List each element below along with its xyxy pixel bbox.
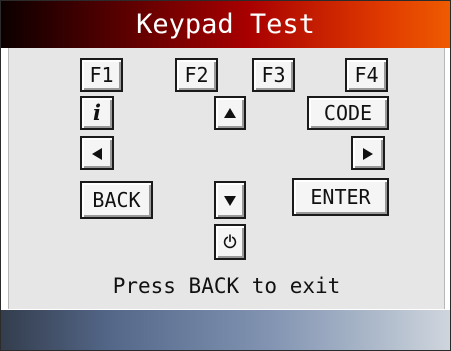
right-arrow-icon	[363, 148, 373, 160]
up-arrow-icon	[224, 108, 236, 118]
title-bar: Keypad Test	[1, 1, 450, 48]
f2-key[interactable]: F2	[175, 58, 218, 92]
code-key[interactable]: CODE	[307, 96, 389, 130]
back-key[interactable]: BACK	[80, 181, 153, 219]
power-icon	[223, 234, 237, 249]
info-key[interactable]: i	[80, 96, 114, 130]
f1-key[interactable]: F1	[80, 58, 123, 92]
down-arrow-icon	[224, 196, 236, 206]
back-key-label: BACK	[92, 188, 141, 212]
code-key-label: CODE	[323, 101, 373, 125]
down-arrow-key[interactable]	[214, 181, 246, 219]
left-arrow-key[interactable]	[80, 136, 114, 170]
f1-key-label: F1	[89, 63, 114, 87]
exit-instruction: Press BACK to exit	[112, 274, 341, 298]
right-arrow-key[interactable]	[351, 136, 385, 170]
bottom-status-bar	[1, 310, 450, 350]
power-key[interactable]	[214, 224, 246, 260]
enter-key[interactable]: ENTER	[292, 178, 389, 216]
enter-key-label: ENTER	[310, 185, 371, 209]
f2-key-label: F2	[184, 63, 209, 87]
screen-title: Keypad Test	[136, 9, 315, 40]
f4-key-label: F4	[354, 63, 379, 87]
f3-key[interactable]: F3	[252, 58, 295, 92]
info-icon: i	[93, 100, 101, 125]
device-screen: Keypad Test F1 F2 F3 F4 i CODE BACK ENTE…	[0, 0, 451, 351]
f4-key[interactable]: F4	[345, 58, 388, 92]
f3-key-label: F3	[261, 63, 286, 87]
keypad-panel: F1 F2 F3 F4 i CODE BACK ENTER Press BACK…	[8, 48, 445, 309]
left-arrow-icon	[92, 148, 102, 160]
up-arrow-key[interactable]	[214, 96, 246, 130]
